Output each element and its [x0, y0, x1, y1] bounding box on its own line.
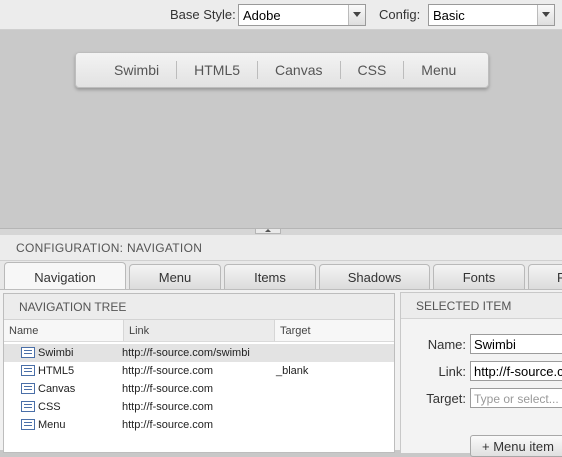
- preview-menu-item[interactable]: Swimbi: [98, 61, 176, 79]
- collapse-arrow-icon[interactable]: [255, 229, 281, 234]
- preview-menu-item[interactable]: CSS: [339, 61, 404, 79]
- tab-partial[interactable]: P: [528, 264, 562, 289]
- row-link: http://f-source.com: [122, 383, 214, 395]
- preview-menubar: Swimbi HTML5 Canvas CSS Menu: [75, 52, 489, 88]
- column-link[interactable]: Link: [123, 320, 275, 341]
- menu-item-icon: [21, 365, 35, 376]
- config-tabs: Navigation Menu Items Shadows Fonts P: [0, 262, 562, 289]
- row-link: http://f-source.com: [122, 419, 214, 431]
- row-link: http://f-source.com/swimbi: [122, 347, 250, 359]
- menu-item-icon: [21, 401, 35, 412]
- row-name: Swimbi: [38, 347, 74, 359]
- menu-item-icon: [21, 383, 35, 394]
- link-field[interactable]: http://f-source.com/swimbi: [470, 361, 562, 381]
- tree-row[interactable]: Canvas http://f-source.com: [4, 380, 394, 398]
- link-label: Link:: [438, 364, 466, 379]
- menu-item-icon: [21, 419, 35, 430]
- target-label: Target:: [426, 391, 466, 406]
- row-target: _blank: [276, 365, 309, 377]
- panel-splitter[interactable]: [0, 228, 562, 235]
- add-menu-item-button[interactable]: + Menu item: [470, 435, 562, 457]
- row-name: HTML5: [38, 365, 75, 377]
- tree-row[interactable]: Swimbi http://f-source.com/swimbi: [4, 344, 394, 362]
- config-select[interactable]: Basic: [428, 4, 555, 26]
- tab-items[interactable]: Items: [224, 264, 316, 289]
- row-name: CSS: [38, 401, 61, 413]
- selected-item-panel: SELECTED ITEM Name: Swimbi Link: http://…: [400, 292, 562, 457]
- config-value: Basic: [433, 8, 465, 23]
- selected-item-title: SELECTED ITEM: [401, 293, 562, 319]
- tree-row[interactable]: HTML5 http://f-source.com _blank: [4, 362, 394, 380]
- name-field[interactable]: Swimbi: [470, 334, 562, 354]
- chevron-down-icon[interactable]: [537, 5, 554, 25]
- tree-column-header: Name Link Target: [4, 320, 394, 342]
- target-field[interactable]: Type or select...: [470, 388, 562, 408]
- base-style-select[interactable]: Adobe: [238, 4, 366, 26]
- tree-row[interactable]: Menu http://f-source.com: [4, 416, 394, 434]
- column-name[interactable]: Name: [9, 325, 38, 337]
- tab-menu[interactable]: Menu: [129, 264, 221, 289]
- row-link: http://f-source.com: [122, 401, 214, 413]
- preview-menu-item[interactable]: HTML5: [176, 61, 257, 79]
- top-toolbar: Base Style: Adobe Config: Basic: [0, 0, 562, 30]
- row-name: Menu: [38, 419, 66, 431]
- tab-fonts[interactable]: Fonts: [433, 264, 525, 289]
- base-style-label: Base Style:: [170, 7, 236, 22]
- navigation-tree-panel: NAVIGATION TREE Name Link Target Swimbi …: [3, 293, 395, 453]
- config-label: Config:: [379, 7, 421, 22]
- menu-preview: Swimbi HTML5 Canvas CSS Menu: [0, 30, 562, 230]
- configuration-header: CONFIGURATION: NAVIGATION: [0, 235, 562, 261]
- row-link: http://f-source.com: [122, 365, 214, 377]
- tab-navigation[interactable]: Navigation: [4, 262, 126, 289]
- column-target[interactable]: Target: [280, 325, 311, 337]
- chevron-down-icon[interactable]: [348, 5, 365, 25]
- configuration-panel: CONFIGURATION: NAVIGATION Navigation Men…: [0, 235, 562, 457]
- navigation-tree-title: NAVIGATION TREE: [4, 294, 394, 320]
- base-style-value: Adobe: [243, 8, 281, 23]
- preview-menu-item[interactable]: Menu: [403, 61, 473, 79]
- row-name: Canvas: [38, 383, 76, 395]
- tab-shadows[interactable]: Shadows: [319, 264, 430, 289]
- name-label: Name:: [427, 337, 466, 352]
- tree-row[interactable]: CSS http://f-source.com: [4, 398, 394, 416]
- preview-menu-item[interactable]: Canvas: [257, 61, 339, 79]
- menu-item-icon: [21, 347, 35, 358]
- navigation-tab-content: NAVIGATION TREE Name Link Target Swimbi …: [0, 289, 562, 457]
